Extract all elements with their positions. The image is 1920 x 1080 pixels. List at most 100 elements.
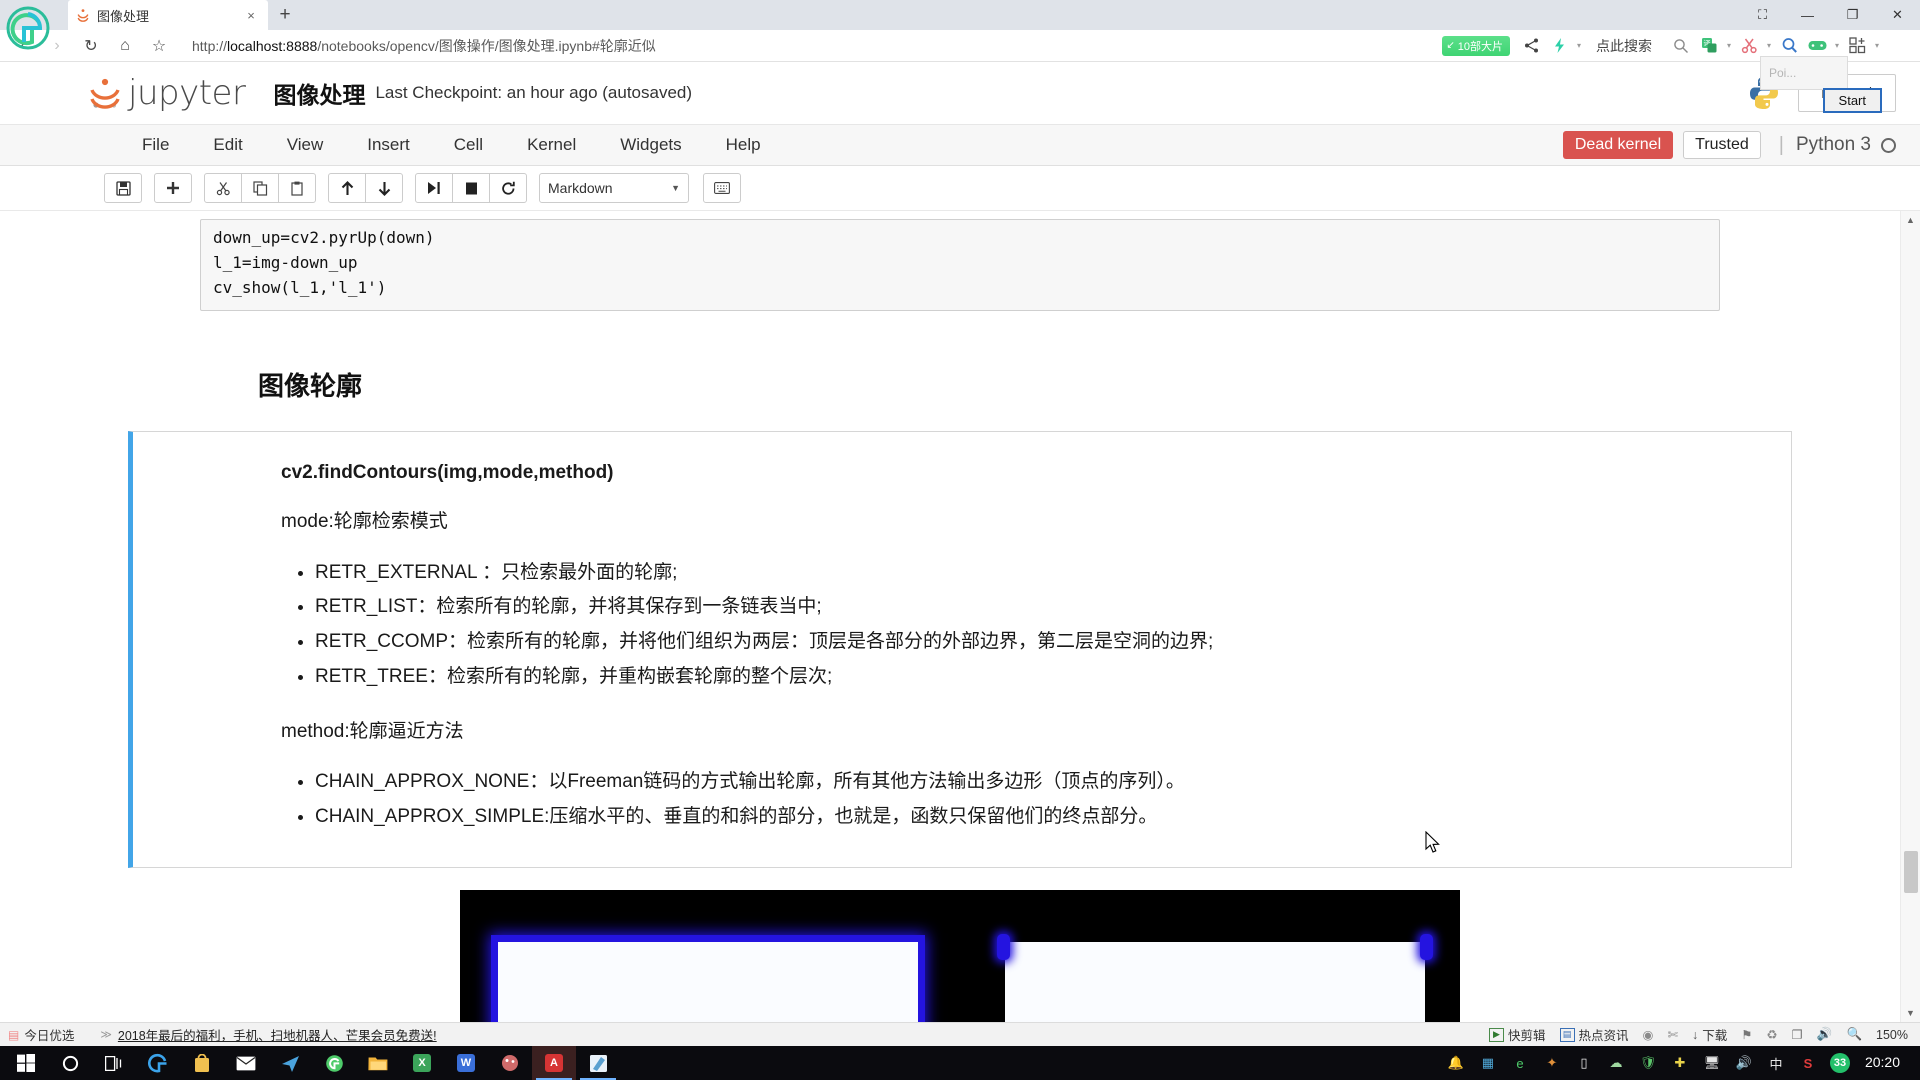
menu-widgets[interactable]: Widgets	[598, 135, 703, 155]
browser-tab[interactable]: 图像处理 ×	[68, 0, 268, 30]
window-icon[interactable]: ❐	[1792, 1027, 1803, 1042]
word-taskbar-icon[interactable]: W	[444, 1046, 488, 1080]
code-cell-truncated[interactable]: down_up=cv2.pyrUp(down) l_1=img-down_up …	[200, 219, 1720, 312]
flag-icon[interactable]: ⚑	[1741, 1027, 1752, 1042]
start-button[interactable]	[4, 1046, 48, 1080]
edge-taskbar-icon[interactable]	[136, 1046, 180, 1080]
monitor-tray-icon[interactable]: 🖥	[1697, 1046, 1727, 1080]
shield-tray-icon[interactable]: 🛡	[1633, 1046, 1663, 1080]
volume-tray-icon[interactable]: 🔊	[1729, 1046, 1759, 1080]
task-view-button[interactable]	[92, 1046, 136, 1080]
chevron-down-icon-4[interactable]: ▾	[1832, 41, 1842, 50]
restart-kernel-button[interactable]	[489, 173, 527, 203]
maximize-button[interactable]: ❐	[1830, 0, 1875, 30]
quick-clip-tool[interactable]: ▶ 快剪辑	[1489, 1025, 1546, 1044]
menu-insert[interactable]: Insert	[345, 135, 432, 155]
apps-grid-icon[interactable]	[1844, 33, 1870, 59]
search-hint-label[interactable]: 点此搜索	[1596, 36, 1652, 56]
notification-icon[interactable]: 🔔	[1441, 1046, 1471, 1080]
start-tooltip[interactable]: Start	[1822, 88, 1882, 113]
dead-kernel-badge[interactable]: Dead kernel	[1562, 131, 1674, 159]
store-taskbar-icon[interactable]	[180, 1046, 224, 1080]
hot-news-tool[interactable]: ▤ 热点资讯	[1559, 1025, 1629, 1044]
new-tab-button[interactable]: +	[268, 0, 302, 30]
taskbar-clock[interactable]: 20:20	[1857, 1054, 1914, 1070]
trusted-badge[interactable]: Trusted	[1683, 131, 1761, 159]
paint-taskbar-icon[interactable]	[488, 1046, 532, 1080]
minimize-button[interactable]: —	[1785, 0, 1830, 30]
menu-cell[interactable]: Cell	[432, 135, 505, 155]
menu-file[interactable]: File	[120, 135, 191, 155]
menu-help[interactable]: Help	[704, 135, 783, 155]
menu-edit[interactable]: Edit	[191, 135, 264, 155]
markdown-heading[interactable]: 图像轮廓	[110, 366, 1810, 403]
magnifier-icon[interactable]	[1776, 33, 1802, 59]
move-cell-up-button[interactable]	[328, 173, 366, 203]
promo-text-link[interactable]: 2018年最后的福利，手机、扫地机器人、芒果会员免费送!	[118, 1025, 437, 1044]
menu-view[interactable]: View	[265, 135, 346, 155]
cut-cell-button[interactable]	[204, 173, 242, 203]
browser360-taskbar-icon[interactable]	[312, 1046, 356, 1080]
move-cell-down-button[interactable]	[365, 173, 403, 203]
temperature-badge[interactable]: 33	[1825, 1046, 1855, 1080]
interrupt-kernel-button[interactable]	[452, 173, 490, 203]
page-scrollbar[interactable]: ▲ ▼	[1900, 211, 1920, 1022]
menu-kernel[interactable]: Kernel	[505, 135, 598, 155]
ime-tray-icon[interactable]: 中	[1761, 1046, 1791, 1080]
scroll-down-arrow[interactable]: ▼	[1901, 1004, 1920, 1022]
insert-cell-button[interactable]	[154, 173, 192, 203]
pdf-taskbar-icon[interactable]: A	[532, 1046, 576, 1080]
download-tool[interactable]: ↓ 下载	[1692, 1025, 1727, 1044]
translate-icon[interactable]: 译	[1696, 33, 1722, 59]
refresh-button[interactable]: ↻	[74, 31, 108, 61]
cortana-button[interactable]	[48, 1046, 92, 1080]
shield-icon[interactable]: ◉	[1643, 1027, 1654, 1042]
copy-cell-button[interactable]	[241, 173, 279, 203]
recycle-icon[interactable]: ♻	[1766, 1027, 1777, 1042]
close-window-button[interactable]: ✕	[1875, 0, 1920, 30]
scroll-up-arrow[interactable]: ▲	[1901, 211, 1920, 229]
favorite-button[interactable]: ☆	[142, 31, 176, 61]
speaker-icon[interactable]: 🔊	[1817, 1027, 1833, 1042]
promo-badge[interactable]: ↙ 10部大片	[1442, 35, 1510, 56]
chevron-down-icon[interactable]: ▾	[1574, 41, 1584, 50]
scrollbar-thumb[interactable]	[1904, 851, 1918, 893]
command-palette-button[interactable]	[703, 173, 741, 203]
wechat-taskbar-icon[interactable]	[268, 1046, 312, 1080]
search-icon[interactable]	[1668, 33, 1694, 59]
share-icon[interactable]	[1518, 33, 1544, 59]
zoom-icon[interactable]: 🔍	[1846, 1027, 1862, 1042]
plus-tray-icon[interactable]: ✚	[1665, 1046, 1695, 1080]
promo-label[interactable]: 今日优选	[24, 1025, 74, 1044]
usb-tray-icon[interactable]: ▯	[1569, 1046, 1599, 1080]
fox-tray-icon[interactable]: ✦	[1537, 1046, 1567, 1080]
save-button[interactable]	[104, 173, 142, 203]
set-aside-tabs-icon[interactable]: ⛶	[1740, 0, 1785, 30]
notebook-scroll-area[interactable]: down_up=cv2.pyrUp(down) l_1=img-down_up …	[0, 211, 1920, 1022]
run-cell-button[interactable]	[415, 173, 453, 203]
explorer-taskbar-icon[interactable]	[356, 1046, 400, 1080]
excel-taskbar-icon[interactable]: X	[400, 1046, 444, 1080]
home-button[interactable]: ⌂	[108, 31, 142, 61]
markdown-cell-selected[interactable]: cv2.findContours(img,mode,method) mode:轮…	[128, 431, 1792, 868]
lightning-icon[interactable]	[1546, 33, 1572, 59]
browser-menu-icon[interactable]	[1884, 33, 1910, 59]
jupyter-logo[interactable]: jupyter	[88, 73, 246, 113]
tab-close-icon[interactable]: ×	[242, 9, 260, 22]
cloud-tray-icon[interactable]: ☁	[1601, 1046, 1631, 1080]
app-tray-icon[interactable]: ▦	[1473, 1046, 1503, 1080]
chevron-down-icon-2[interactable]: ▾	[1724, 41, 1734, 50]
chevron-down-icon-3[interactable]: ▾	[1764, 41, 1774, 50]
notebook-name[interactable]: 图像处理	[273, 76, 365, 110]
cell-type-select[interactable]: Markdown ▼	[539, 173, 689, 203]
chevron-down-icon-5[interactable]: ▾	[1872, 41, 1882, 50]
sogou-tray-icon[interactable]: S	[1793, 1046, 1823, 1080]
mail-taskbar-icon[interactable]	[224, 1046, 268, 1080]
game-icon[interactable]	[1804, 33, 1830, 59]
tool-taskbar-icon[interactable]	[576, 1046, 620, 1080]
zoom-level-label[interactable]: 150%	[1876, 1028, 1908, 1042]
browser-tray-icon[interactable]: e	[1505, 1046, 1535, 1080]
address-bar[interactable]: http://localhost:8888/notebooks/opencv/图…	[176, 33, 1442, 59]
rocket-icon[interactable]: ✄	[1667, 1027, 1677, 1042]
scissors-icon[interactable]	[1736, 33, 1762, 59]
